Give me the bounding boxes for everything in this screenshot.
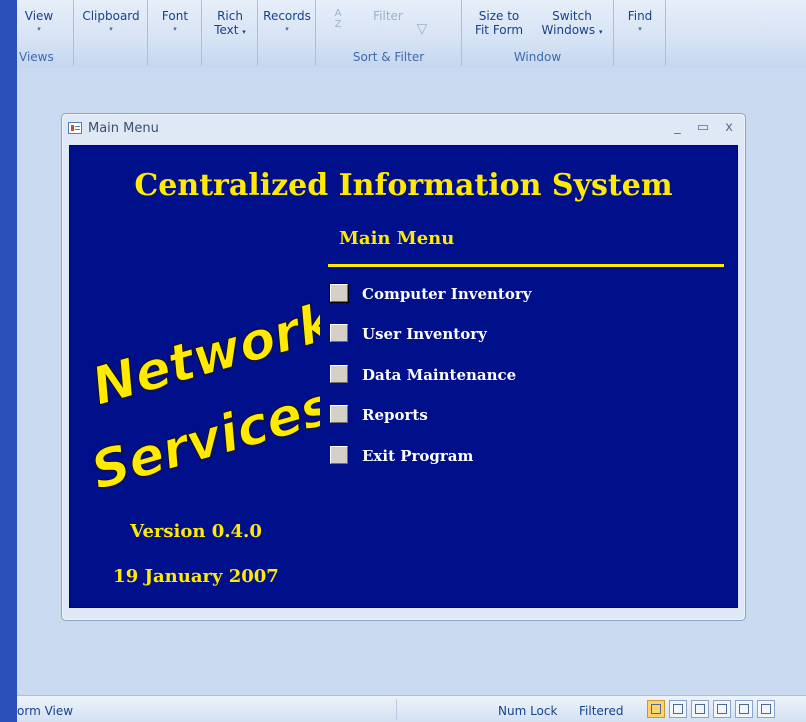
rich-text-button[interactable]: Rich Text ▾ — [204, 9, 256, 39]
menu-item-label: Data Maintenance — [362, 366, 517, 384]
filter-button[interactable]: Filter — [366, 9, 410, 23]
font-button-label: Font — [161, 9, 189, 23]
layout-view-icon[interactable] — [735, 700, 753, 718]
funnel-icon[interactable]: ▽ — [414, 22, 430, 36]
switch-windows-label-line1: Switch — [552, 9, 592, 23]
num-lock-indicator: Num Lock — [498, 704, 558, 718]
menu-heading: Main Menu — [339, 228, 455, 249]
switch-windows-button[interactable]: Switch Windows ▾ — [534, 9, 610, 39]
window-group: Size to Fit Form Switch Windows ▾ Window — [462, 0, 614, 66]
release-date-label: 19 January 2007 — [113, 566, 279, 587]
pivot-chart-view-icon[interactable] — [713, 700, 731, 718]
maximize-icon[interactable]: ▭ — [697, 120, 715, 135]
menu-item-button[interactable] — [330, 365, 348, 383]
form-canvas: Centralized Information System Main Menu… — [69, 145, 738, 608]
views-group: View ▾ Views — [17, 0, 74, 66]
clipboard-button[interactable]: Clipboard ▾ — [76, 9, 146, 35]
menu-item-label: Computer Inventory — [362, 285, 532, 303]
rich-text-group: Rich Text ▾ — [202, 0, 258, 66]
pivot-table-view-icon[interactable] — [691, 700, 709, 718]
chevron-down-icon: ▾ — [242, 28, 246, 36]
form-view-icon[interactable] — [647, 700, 665, 718]
chevron-down-icon: ▾ — [598, 28, 603, 36]
menu-item-button[interactable] — [330, 405, 348, 423]
clipboard-button-label: Clipboard — [82, 9, 140, 23]
size-to-fit-label-line2: Fit Form — [474, 23, 524, 37]
design-view-icon[interactable] — [757, 700, 775, 718]
rich-text-label-line1: Rich — [217, 9, 243, 23]
find-button-label: Find — [627, 9, 653, 23]
find-group: Find ▾ — [614, 0, 666, 66]
filtered-indicator: Filtered — [579, 704, 624, 718]
sort-ascending-icon[interactable]: AZ — [328, 8, 348, 30]
filter-button-label: Filter — [373, 9, 403, 23]
form-title: Centralized Information System — [134, 168, 673, 203]
chevron-down-icon: ▾ — [285, 25, 289, 33]
rich-text-label-line2: Text — [214, 23, 239, 37]
version-label: Version 0.4.0 — [130, 521, 262, 542]
records-button-label: Records — [263, 9, 311, 23]
ribbon: View ▾ Views Clipboard ▾ Font ▾ Rich Tex… — [17, 0, 806, 68]
status-bar: orm View Num Lock Filtered — [17, 695, 806, 722]
menu-item-label: Reports — [362, 406, 428, 424]
clipboard-group: Clipboard ▾ — [74, 0, 148, 66]
status-view-name: orm View — [17, 704, 74, 718]
menu-item-button[interactable] — [330, 284, 348, 302]
menu-item-label: User Inventory — [362, 325, 487, 343]
chevron-down-icon: ▾ — [109, 25, 113, 33]
window-controls: _ ▭ x — [674, 120, 739, 135]
view-button[interactable]: View ▾ — [19, 9, 59, 35]
access-window: View ▾ Views Clipboard ▾ Font ▾ Rich Tex… — [17, 0, 806, 722]
menu-divider — [328, 264, 724, 267]
views-group-label: Views — [19, 50, 54, 64]
switch-windows-label-line2: Windows — [541, 23, 596, 37]
close-icon[interactable]: x — [725, 120, 739, 135]
network-services-logo: Network Services — [84, 290, 320, 502]
datasheet-view-icon[interactable] — [669, 700, 687, 718]
chevron-down-icon: ▾ — [638, 25, 642, 33]
view-button-label: View — [24, 9, 54, 23]
font-button[interactable]: Font ▾ — [150, 9, 200, 35]
records-button[interactable]: Records ▾ — [260, 9, 314, 35]
size-to-fit-form-button[interactable]: Size to Fit Form — [468, 9, 530, 37]
menu-item-label: Exit Program — [362, 447, 474, 465]
records-group: Records ▾ — [258, 0, 316, 66]
main-menu-form-window: Main Menu _ ▭ x Centralized Information … — [61, 113, 746, 621]
size-to-fit-label-line1: Size to — [478, 9, 520, 23]
chevron-down-icon: ▾ — [173, 25, 177, 33]
form-title-bar[interactable]: Main Menu _ ▭ x — [62, 114, 745, 144]
sort-filter-group: AZ Filter ▽ Sort & Filter — [316, 0, 462, 66]
window-group-label: Window — [513, 50, 562, 64]
form-window-title: Main Menu — [88, 121, 159, 136]
find-button[interactable]: Find ▾ — [616, 9, 664, 35]
menu-item-button[interactable] — [330, 446, 348, 464]
menu-item-button[interactable] — [330, 324, 348, 342]
sort-filter-group-label: Sort & Filter — [352, 50, 425, 64]
font-group: Font ▾ — [148, 0, 202, 66]
workspace: Main Menu _ ▭ x Centralized Information … — [17, 67, 806, 695]
form-icon — [68, 122, 82, 134]
status-separator — [396, 699, 397, 720]
minimize-icon[interactable]: _ — [674, 120, 687, 135]
chevron-down-icon: ▾ — [37, 25, 41, 33]
